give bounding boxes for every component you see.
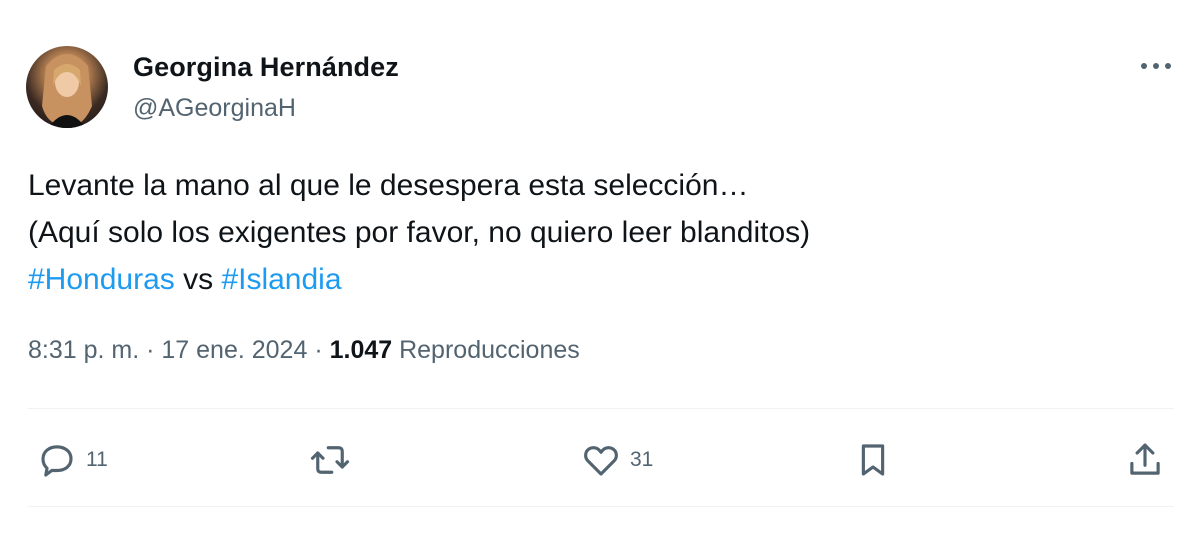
divider <box>28 506 1174 507</box>
meta-separator: · <box>139 336 162 364</box>
hashtag-honduras[interactable]: #Honduras <box>28 263 175 296</box>
vs-text: vs <box>174 263 222 296</box>
reply-icon <box>41 445 73 477</box>
share-icon <box>1130 443 1160 475</box>
view-label: Reproducciones <box>392 336 580 364</box>
retweet-icon <box>310 446 350 474</box>
tweet-text: Levante la mano al que le desespera esta… <box>28 162 1148 303</box>
meta-separator: · <box>307 336 330 364</box>
share-button[interactable] <box>1124 438 1166 482</box>
like-count: 31 <box>630 448 654 471</box>
reply-button[interactable]: 11 <box>36 438 108 482</box>
tweet-date[interactable]: 17 ene. 2024 <box>161 336 307 364</box>
divider <box>28 408 1174 409</box>
more-icon[interactable] <box>1138 54 1174 78</box>
view-count: 1.047 <box>329 336 393 364</box>
reply-count: 11 <box>86 448 108 471</box>
like-button[interactable]: 31 <box>580 438 653 482</box>
bookmark-icon <box>861 444 885 476</box>
tweet-time[interactable]: 8:31 p. m. <box>28 336 139 364</box>
tweet-line-2: (Aquí solo los exigentes por favor, no q… <box>28 216 811 249</box>
author-name[interactable]: Georgina Hernández <box>133 52 399 83</box>
bookmark-button[interactable] <box>852 438 894 482</box>
tweet-line-3: #Honduras vs #Islandia <box>28 256 1148 303</box>
like-icon <box>584 446 618 476</box>
author-handle[interactable]: @AGeorginaH <box>133 94 296 123</box>
retweet-button[interactable] <box>308 438 352 482</box>
avatar-image <box>42 54 92 128</box>
tweet-line-1: Levante la mano al que le desespera esta… <box>28 169 749 202</box>
tweet-meta: 8:31 p. m. · 17 ene. 2024 · 1.047 Reprod… <box>28 336 580 365</box>
hashtag-islandia[interactable]: #Islandia <box>221 263 341 296</box>
avatar[interactable] <box>26 46 108 128</box>
